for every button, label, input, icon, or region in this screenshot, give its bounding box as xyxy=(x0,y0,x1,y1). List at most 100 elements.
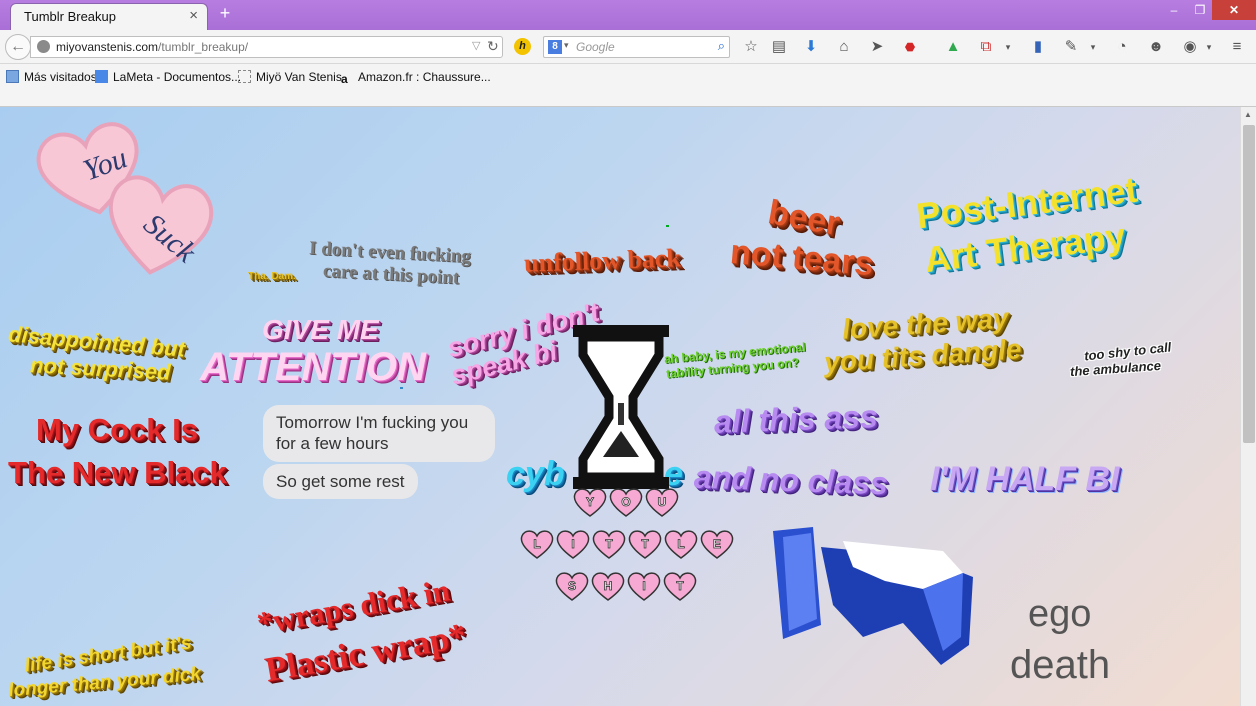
home-icon[interactable]: ⌂ xyxy=(834,37,854,57)
death-text: death xyxy=(1010,643,1111,687)
bookmark-label: Miyö Van Stenis xyxy=(256,70,342,84)
ego-text: ego xyxy=(1028,593,1092,635)
extension-icon[interactable]: ✎ xyxy=(1061,37,1081,57)
heart-letter: T xyxy=(628,530,662,559)
title-bar: Tumblr Breakup × + – ❐ ✕ xyxy=(0,0,1256,30)
heart-letter: I xyxy=(627,572,661,601)
bookmark-folder-icon xyxy=(6,70,19,83)
close-window-button[interactable]: ✕ xyxy=(1212,0,1256,20)
bookmark-label: Más visitados xyxy=(24,70,97,84)
bookmark-miyo[interactable]: Miyö Van Stenis xyxy=(238,70,342,84)
hourglass-icon xyxy=(573,325,669,489)
sticker-new-black: The New Black xyxy=(8,455,227,490)
send-icon[interactable]: ➤ xyxy=(867,37,887,57)
url-bar[interactable]: miyovanstenis.com/tumblr_breakup/ ▽ ↻ xyxy=(30,36,503,58)
google-engine-icon[interactable]: 8 xyxy=(548,40,562,54)
bookmark-amazon[interactable]: a Amazon.fr : Chaussure... xyxy=(341,70,491,86)
bookmarks-toolbar: Más visitados LaMeta - Documentos... Miy… xyxy=(0,64,1256,90)
adblock-icon[interactable]: ⬣ xyxy=(900,37,920,57)
globe-icon xyxy=(37,40,50,53)
search-bar[interactable]: 8 ▾ Google ⌕ xyxy=(543,36,730,58)
search-icon[interactable]: ⌕ xyxy=(718,38,725,54)
amazon-icon: a xyxy=(341,72,348,86)
scrollbar-thumb[interactable] xyxy=(1243,125,1255,443)
chat-icon[interactable]: ☻ xyxy=(1146,37,1166,57)
navigation-toolbar: ← miyovanstenis.com/tumblr_breakup/ ▽ ↻ … xyxy=(0,30,1256,64)
sticker-ambulance: the ambulance xyxy=(1069,357,1162,380)
extension-dropdown-icon[interactable]: ▾ xyxy=(1083,37,1103,57)
tab-tumblr-breakup[interactable]: Tumblr Breakup × xyxy=(10,3,208,30)
heart-letter-text: T xyxy=(641,537,649,551)
sticker-tha-dam: Tha. Dam. xyxy=(248,271,296,282)
bookmark-label: LaMeta - Documentos... xyxy=(113,70,242,84)
new-tab-button[interactable]: + xyxy=(216,3,234,24)
heart-letter: T xyxy=(663,572,697,601)
heart-letter: O xyxy=(609,488,643,517)
heart-letter: T xyxy=(592,530,626,559)
search-placeholder: Google xyxy=(576,40,615,54)
heart-letter-text: L xyxy=(533,537,540,551)
vertical-scrollbar[interactable]: ▲ xyxy=(1240,107,1256,706)
maximize-button[interactable]: ❐ xyxy=(1188,0,1212,20)
account-icon[interactable]: ◉ xyxy=(1180,37,1200,57)
h-extension-icon[interactable]: h xyxy=(514,38,531,55)
screenshot-dropdown-icon[interactable]: ▾ xyxy=(998,37,1018,57)
sticker-unfollow-back: unfollow back xyxy=(523,243,682,278)
heart-letter: E xyxy=(700,530,734,559)
heart-letter: Y xyxy=(573,488,607,517)
dot xyxy=(400,387,403,389)
reload-icon[interactable]: ↻ xyxy=(487,38,499,55)
downloads-icon[interactable]: ⬇ xyxy=(801,37,821,57)
pocket-icon[interactable]: ▮ xyxy=(1028,37,1048,57)
3d-cursor-arrow-icon xyxy=(773,527,973,665)
sticker-all-this-ass: all this ass xyxy=(713,398,879,440)
screenshot-icon[interactable]: ⧉ xyxy=(976,37,996,57)
heart-letter: U xyxy=(645,488,679,517)
heart-letter: L xyxy=(664,530,698,559)
heart-letter-text: E xyxy=(713,537,721,551)
engine-dropdown-icon[interactable]: ▾ xyxy=(564,40,569,51)
heart-cookie-suck: Suck xyxy=(108,175,214,275)
back-button[interactable]: ← xyxy=(5,34,31,60)
menu-icon[interactable]: ≡ xyxy=(1227,37,1247,57)
url-path: /tumblr_breakup/ xyxy=(158,40,249,54)
sticker-not-surprised: not surprised xyxy=(29,352,172,385)
sticker-my-cock: My Cock Is xyxy=(36,412,198,447)
bookmark-label: Amazon.fr : Chaussure... xyxy=(358,70,491,84)
heart-letter-text: I xyxy=(571,537,574,551)
heart-letter-text: O xyxy=(621,495,630,509)
bookmark-star-icon[interactable]: ☆ xyxy=(741,37,761,57)
heart-letter-text: U xyxy=(658,495,667,509)
bookmark-mas-visitados[interactable]: Más visitados xyxy=(6,70,97,84)
drive-icon[interactable]: ▲ xyxy=(943,37,963,57)
minimize-button[interactable]: – xyxy=(1160,0,1188,20)
bookmark-lameta[interactable]: LaMeta - Documentos... xyxy=(95,70,241,84)
account-dropdown-icon[interactable]: ▾ xyxy=(1199,37,1219,57)
page-icon xyxy=(238,70,251,83)
chat-bubble-tomorrow: Tomorrow I'm fucking you for a few hours xyxy=(263,405,495,462)
docs-icon xyxy=(95,70,108,83)
chat-bubble-rest: So get some rest xyxy=(263,464,418,500)
dot xyxy=(666,225,669,227)
sticker-half-bi: I'M HALF BI xyxy=(930,460,1120,498)
sticker-not-tears: not tears xyxy=(728,232,875,284)
tab-title: Tumblr Breakup xyxy=(24,9,116,24)
url-domain: miyovanstenis.com xyxy=(56,40,159,54)
sticker-cyber: cyb xyxy=(506,455,565,493)
heart-letter-text: L xyxy=(677,537,684,551)
heart-letter: H xyxy=(591,572,625,601)
tab-close-icon[interactable]: × xyxy=(189,7,198,24)
heart-letter-text: T xyxy=(605,537,613,551)
toolbar-spacer xyxy=(0,90,1256,107)
heart-letter-text: Y xyxy=(586,495,594,509)
heart-letter-text: S xyxy=(568,579,576,593)
url-dropdown-icon[interactable]: ▽ xyxy=(472,39,480,52)
history-icon[interactable]: ◔ xyxy=(1112,37,1132,57)
reading-list-icon[interactable]: ▤ xyxy=(769,37,789,57)
sticker-beer: beer xyxy=(765,193,843,243)
scroll-up-icon[interactable]: ▲ xyxy=(1244,110,1252,119)
heart-letter-text: I xyxy=(642,579,645,593)
sticker-attention: ATTENTION xyxy=(200,345,426,389)
page-content: You Suck Tha. Dam. I don't even fucking … xyxy=(0,107,1240,706)
heart-letter: I xyxy=(556,530,590,559)
